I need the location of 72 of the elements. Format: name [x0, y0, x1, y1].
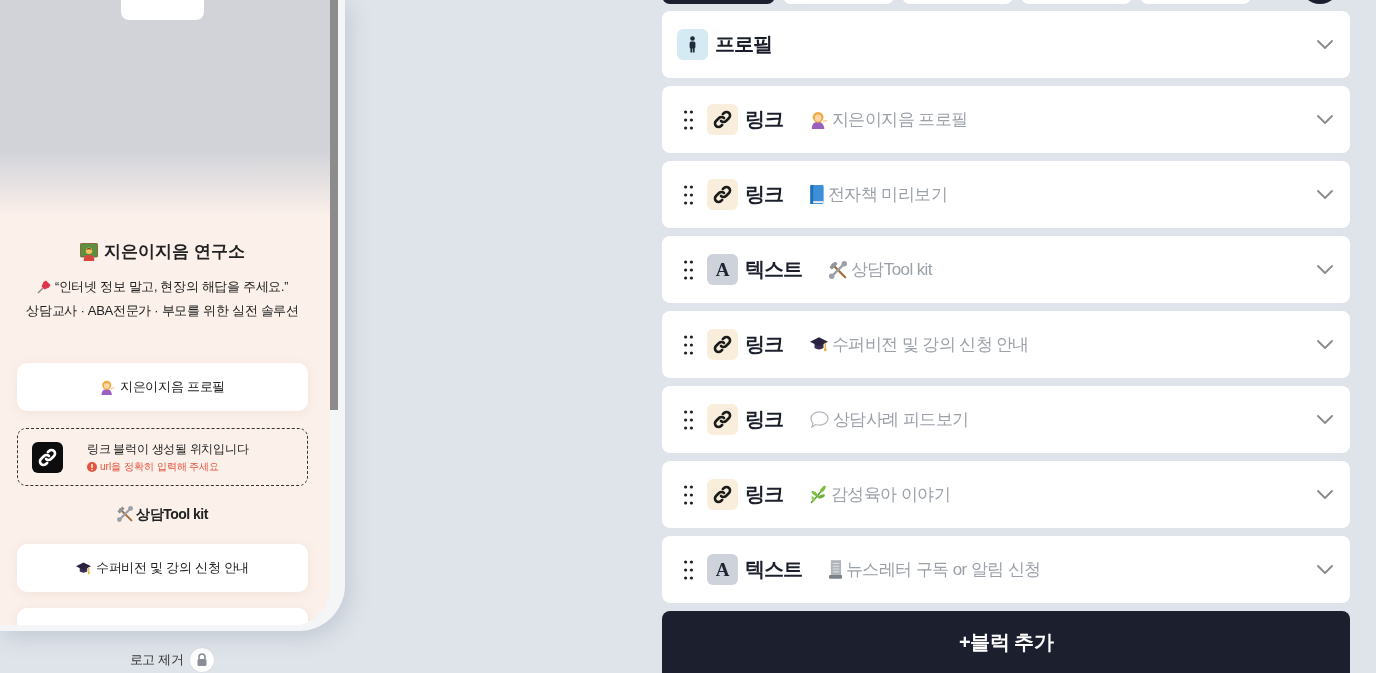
graduation-cap-icon [810, 337, 828, 352]
drag-handle-icon[interactable] [684, 334, 693, 355]
link-button[interactable]: 수퍼비전 및 강의 신청 안내 [17, 544, 308, 592]
link-icon [707, 404, 738, 435]
link-icon [707, 479, 738, 510]
section-heading: 상담Tool kit [136, 505, 208, 524]
block-label: 링크 [745, 332, 783, 357]
error-icon [87, 461, 97, 472]
person-icon [677, 29, 708, 60]
link-icon [707, 104, 738, 135]
block-title: 상담Tool kit [851, 259, 932, 281]
link-block[interactable]: 링크 상담사례 피드보기 [662, 386, 1350, 453]
chevron-down-icon[interactable] [1317, 340, 1333, 349]
link-block[interactable]: 링크 지은이지음 프로필 [662, 86, 1350, 153]
remove-logo-label: 로고 제거 [129, 651, 184, 669]
speech-bubble-icon [810, 411, 829, 428]
drag-handle-icon[interactable] [684, 259, 693, 280]
block-label: 링크 [745, 482, 783, 507]
block-label: 프로필 [715, 32, 772, 57]
lock-icon[interactable] [189, 647, 216, 673]
drag-handle-icon[interactable] [684, 184, 693, 205]
block-label: 텍스트 [745, 557, 802, 582]
drag-handle-icon[interactable] [684, 559, 693, 580]
text-block[interactable]: A 텍스트 상담Tool kit [662, 236, 1350, 303]
block-title: 상담사례 피드보기 [833, 409, 969, 431]
herb-icon [810, 485, 827, 504]
drag-handle-icon[interactable] [684, 109, 693, 130]
text-block[interactable]: A 텍스트 뉴스레터 구독 or 알림 신청 [662, 536, 1350, 603]
person-icon [100, 379, 116, 395]
placeholder-text: 링크 블럭이 생성될 위치입니다 [87, 441, 249, 457]
link-icon [707, 179, 738, 210]
link-block[interactable]: 링크 감성육아 이야기 [662, 461, 1350, 528]
link-icon [707, 329, 738, 360]
block-label: 링크 [745, 407, 783, 432]
error-message: url을 정확히 입력해 주세요 [100, 460, 220, 473]
text-type-tile: A [707, 254, 738, 285]
profile-title: 지은이지음 연구소 [104, 241, 245, 263]
block-title: 지은이지음 프로필 [832, 109, 968, 131]
block-title: 수퍼비전 및 강의 신청 안내 [832, 334, 1029, 356]
graduation-cap-icon [76, 560, 91, 576]
document-icon [829, 560, 842, 579]
chevron-down-icon[interactable] [1317, 265, 1333, 274]
link-block[interactable]: 링크 전자책 미리보기 [662, 161, 1350, 228]
block-label: 링크 [745, 107, 783, 132]
chevron-down-icon[interactable] [1317, 490, 1333, 499]
teacher-icon [80, 243, 99, 261]
pushpin-icon [36, 280, 51, 294]
block-label: 텍스트 [745, 257, 802, 282]
link-block[interactable]: 링크 수퍼비전 및 강의 신청 안내 [662, 311, 1350, 378]
profile-block[interactable]: 프로필 [662, 11, 1350, 78]
block-title: 전자책 미리보기 [828, 184, 947, 206]
text-type-tile: A [707, 554, 738, 585]
profile-subtitle: 상담교사 · ABA전문가 · 부모를 위한 실전 솔루션 [26, 302, 299, 320]
person-icon [810, 110, 828, 129]
quote-text: “인터넷 정보 말고, 현장의 해답을 주세요.” [54, 279, 289, 296]
link-button[interactable]: 지은이지음 프로필 [17, 363, 308, 411]
add-block-button[interactable]: +블럭 추가 [662, 611, 1350, 673]
drag-handle-icon[interactable] [684, 409, 693, 430]
tools-icon [117, 506, 134, 522]
tools-icon [829, 260, 847, 279]
chevron-down-icon[interactable] [1317, 115, 1333, 124]
block-label: 링크 [745, 182, 783, 207]
block-title: 뉴스레터 구독 or 알림 신청 [846, 559, 1041, 581]
drag-handle-icon[interactable] [684, 484, 693, 505]
scrollbar[interactable] [330, 0, 338, 410]
link-icon [32, 441, 63, 473]
chevron-down-icon[interactable] [1317, 40, 1333, 49]
chevron-down-icon[interactable] [1317, 415, 1333, 424]
chevron-down-icon[interactable] [1317, 565, 1333, 574]
chevron-down-icon[interactable] [1317, 190, 1333, 199]
book-icon [810, 185, 824, 204]
block-title: 감성육아 이야기 [831, 484, 950, 506]
